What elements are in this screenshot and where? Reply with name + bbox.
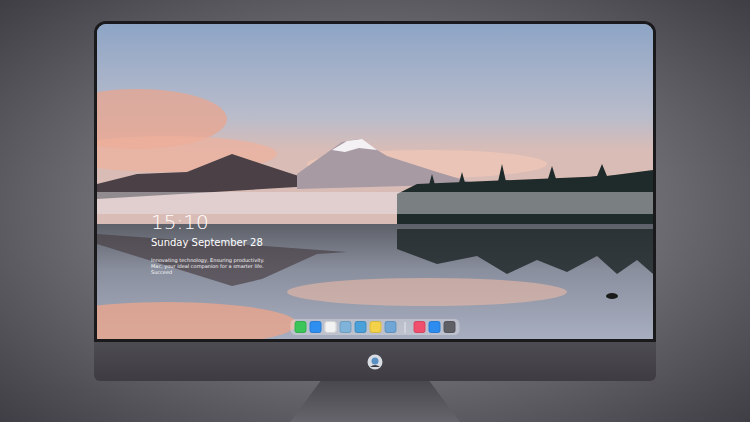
dock-app-icon[interactable]	[340, 321, 352, 333]
dock-app-icon[interactable]	[325, 321, 337, 333]
monitor-stand	[290, 381, 460, 422]
clock-time: 15:10	[151, 210, 275, 234]
dock-app-icon[interactable]	[385, 321, 397, 333]
dock-app-icon[interactable]	[370, 321, 382, 333]
mockup-page: 15:10 Sunday September 28 Innovating techn…	[0, 0, 750, 422]
dock-app-icon[interactable]	[429, 321, 441, 333]
dock	[291, 319, 460, 335]
monitor: 15:10 Sunday September 28 Innovating techn…	[94, 21, 656, 422]
clock-date: Sunday September 28	[151, 236, 275, 249]
tagline: Innovating technology, Ensuring producti…	[151, 257, 275, 275]
dock-app-icon[interactable]	[414, 321, 426, 333]
monitor-chin	[94, 342, 656, 381]
monitor-bezel: 15:10 Sunday September 28 Innovating techn…	[94, 21, 656, 342]
brand-logo-icon	[367, 354, 383, 370]
dock-app-icon[interactable]	[295, 321, 307, 333]
lock-screen: 15:10 Sunday September 28 Innovating techn…	[97, 24, 653, 339]
dock-app-icon[interactable]	[310, 321, 322, 333]
dock-app-icon[interactable]	[355, 321, 367, 333]
lock-info: 15:10 Sunday September 28 Innovating techn…	[151, 210, 275, 275]
dock-app-icon[interactable]	[444, 321, 456, 333]
dock-separator	[405, 322, 406, 333]
wallpaper-photo	[97, 24, 653, 339]
